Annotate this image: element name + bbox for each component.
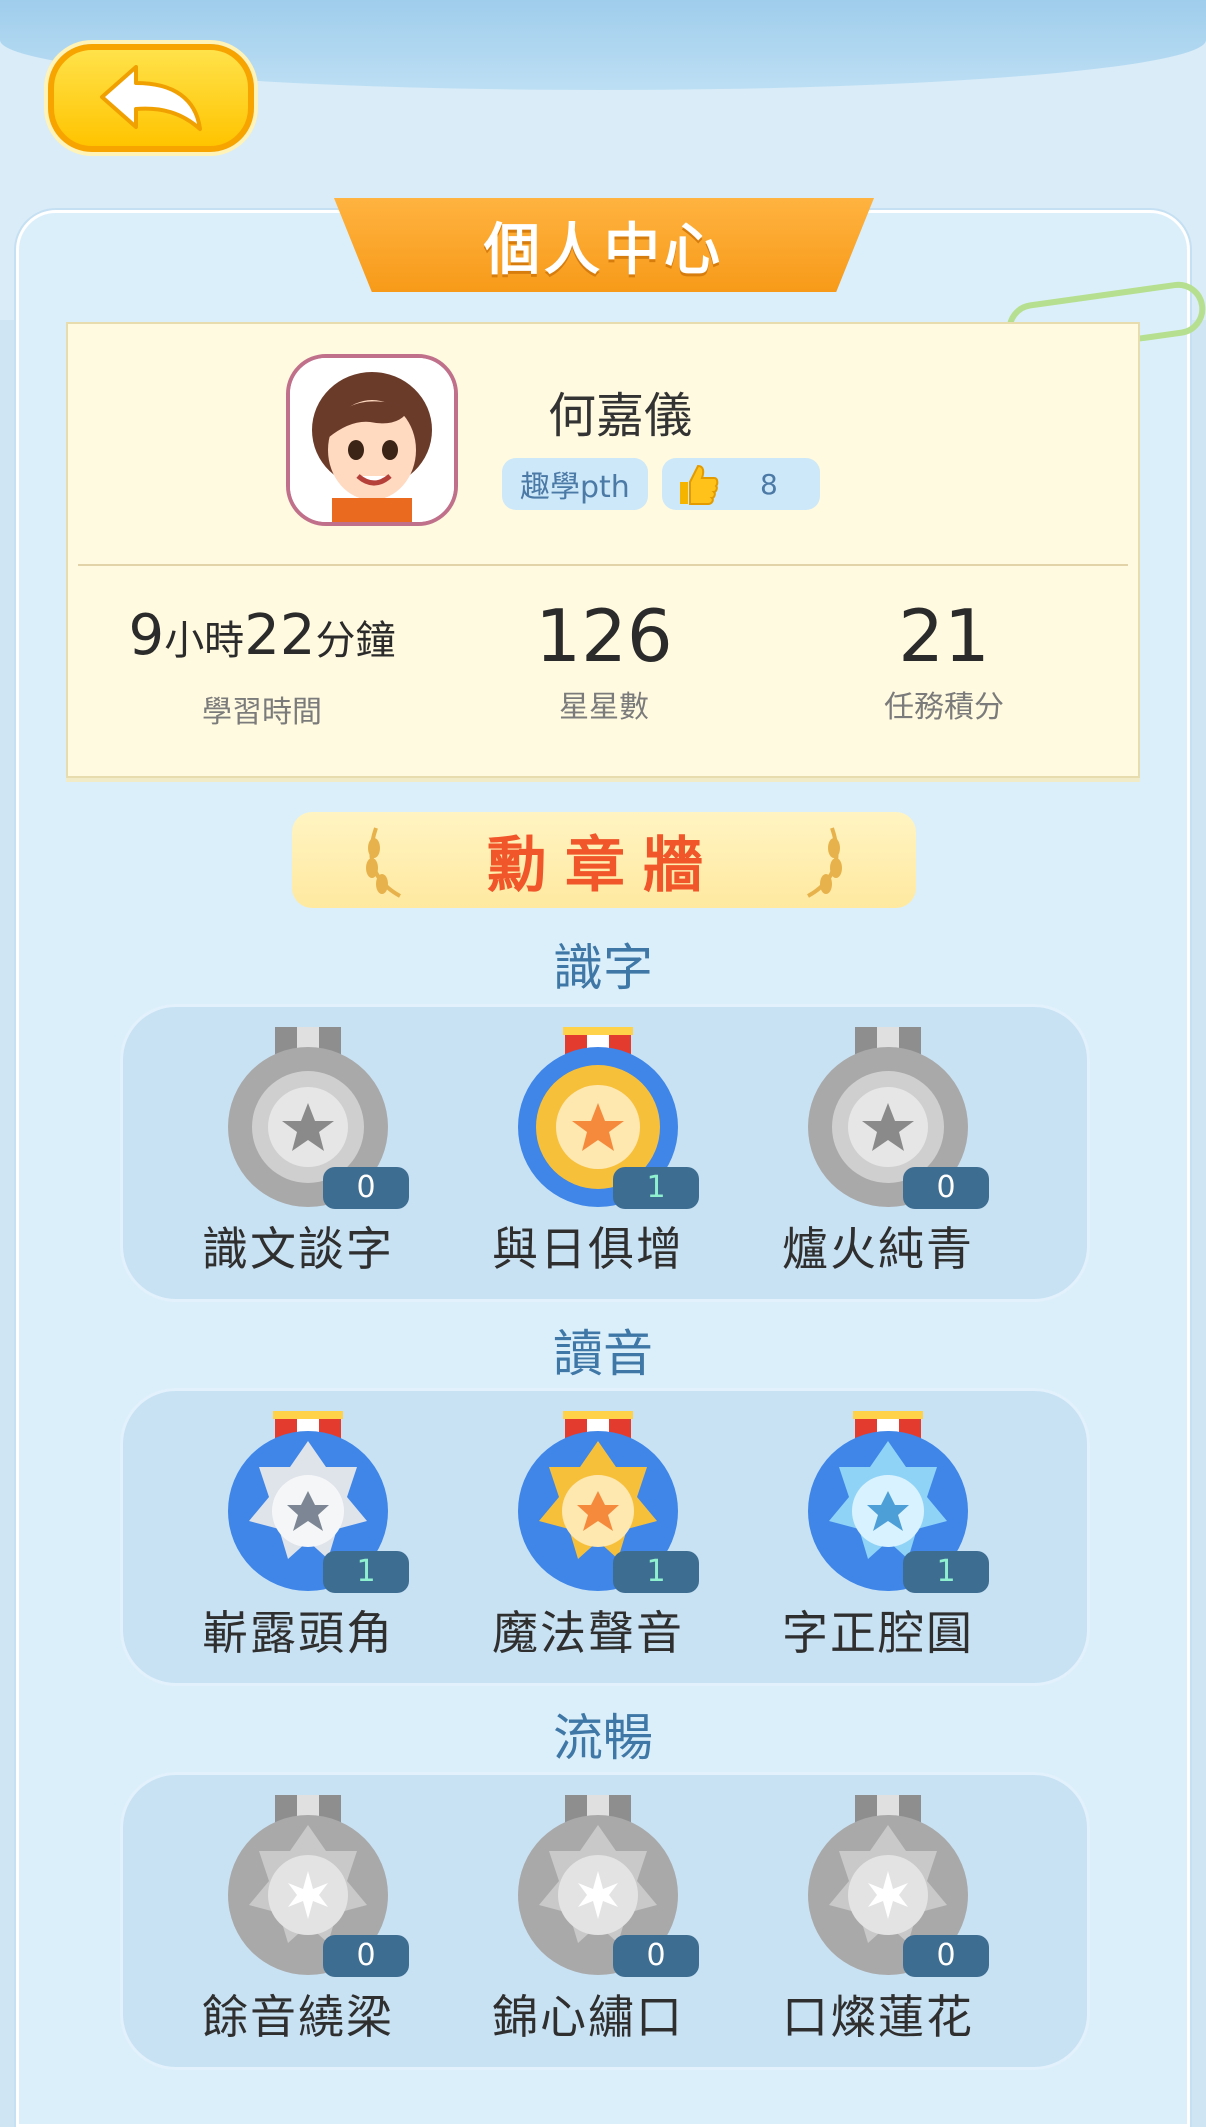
- user-name: 何嘉儀: [548, 388, 693, 444]
- task-points-label: 任務積分: [884, 690, 1004, 725]
- laurel-left-icon: [366, 827, 401, 898]
- medal-name: 魔法聲音: [492, 1606, 684, 1660]
- avatar-girl-icon: [290, 358, 454, 522]
- section-pronunciation: 1 嶄露頭角 1 魔法聲音 1 字正腔圓: [120, 1388, 1090, 1686]
- stat-task-points: 21 任務積分: [774, 594, 1114, 726]
- stat-study-time: 9小時22分鐘 學習時間: [92, 594, 432, 731]
- stat-stars: 126 星星數: [434, 594, 774, 726]
- back-button[interactable]: [48, 44, 254, 152]
- medal-count: 1: [613, 1551, 699, 1593]
- medal-item[interactable]: 1 嶄露頭角: [153, 1401, 443, 1671]
- section-fluency: 0 餘音繞梁 0 錦心繡口 0 口燦蓮花: [120, 1772, 1090, 2070]
- medal-count: 0: [323, 1935, 409, 1977]
- medal-item[interactable]: 0 錦心繡口: [443, 1785, 733, 2055]
- medal-name: 與日俱增: [492, 1222, 684, 1276]
- medal-name: 嶄露頭角: [202, 1606, 394, 1660]
- medal-item[interactable]: 1 字正腔圓: [733, 1401, 1023, 1671]
- section-title-fluency: 流暢: [553, 1709, 653, 1767]
- study-time-value: 9小時22分鐘: [92, 594, 432, 683]
- medal-item[interactable]: 0 餘音繞梁: [153, 1785, 443, 2055]
- profile-card: 何嘉儀 趣學pth 8 9小時22分鐘 學習時間 126 星星數 21 任務積分: [66, 322, 1140, 778]
- medal-item[interactable]: 1 與日俱增: [443, 1017, 733, 1287]
- avatar[interactable]: [286, 354, 458, 526]
- thumbs-up-icon: [680, 464, 719, 505]
- medal-count: 1: [323, 1551, 409, 1593]
- medal-count: 0: [323, 1167, 409, 1209]
- like-count: 8: [760, 467, 778, 501]
- page-title: 個人中心: [484, 217, 724, 283]
- card-divider: [78, 564, 1128, 566]
- medal-name: 字正腔圓: [782, 1606, 974, 1660]
- section-title-pronunciation: 讀音: [553, 1325, 653, 1383]
- minutes-unit: 分鐘: [315, 618, 396, 664]
- section-literacy: 0 識文談字 1 與日俱增 0 爐火純青: [120, 1004, 1090, 1302]
- laurel-right-icon: [807, 827, 842, 898]
- study-time-label: 學習時間: [202, 695, 322, 730]
- page-title-banner: 個人中心: [334, 198, 874, 292]
- school-tag: 趣學pth: [502, 458, 648, 510]
- stars-value: 126: [535, 594, 673, 678]
- medal-name: 口燦蓮花: [782, 1990, 974, 2044]
- medal-name: 識文談字: [202, 1222, 394, 1276]
- medal-name: 爐火純青: [782, 1222, 974, 1276]
- medal-item[interactable]: 0 爐火純青: [733, 1017, 1023, 1287]
- medal-wall-banner: 勳章牆: [292, 812, 916, 908]
- medal-name: 餘音繞梁: [202, 1990, 394, 2044]
- task-points-value: 21: [898, 594, 990, 678]
- medal-wall-title: 勳章牆: [487, 830, 721, 901]
- medal-name: 錦心繡口: [492, 1990, 684, 2044]
- medal-item[interactable]: 0 識文談字: [153, 1017, 443, 1287]
- medal-count: 1: [613, 1167, 699, 1209]
- medal-item[interactable]: 1 魔法聲音: [443, 1401, 733, 1671]
- medal-count: 0: [903, 1935, 989, 1977]
- medal-item[interactable]: 0 口燦蓮花: [733, 1785, 1023, 2055]
- stars-label: 星星數: [559, 690, 649, 725]
- back-arrow-icon: [100, 65, 202, 131]
- medal-count: 0: [613, 1935, 699, 1977]
- study-hours: 9: [128, 603, 165, 668]
- like-button[interactable]: 8: [662, 458, 820, 510]
- section-title-literacy: 識字: [553, 939, 653, 997]
- study-minutes: 22: [244, 603, 316, 668]
- medal-count: 1: [903, 1551, 989, 1593]
- medal-count: 0: [903, 1167, 989, 1209]
- hours-unit: 小時: [164, 618, 245, 664]
